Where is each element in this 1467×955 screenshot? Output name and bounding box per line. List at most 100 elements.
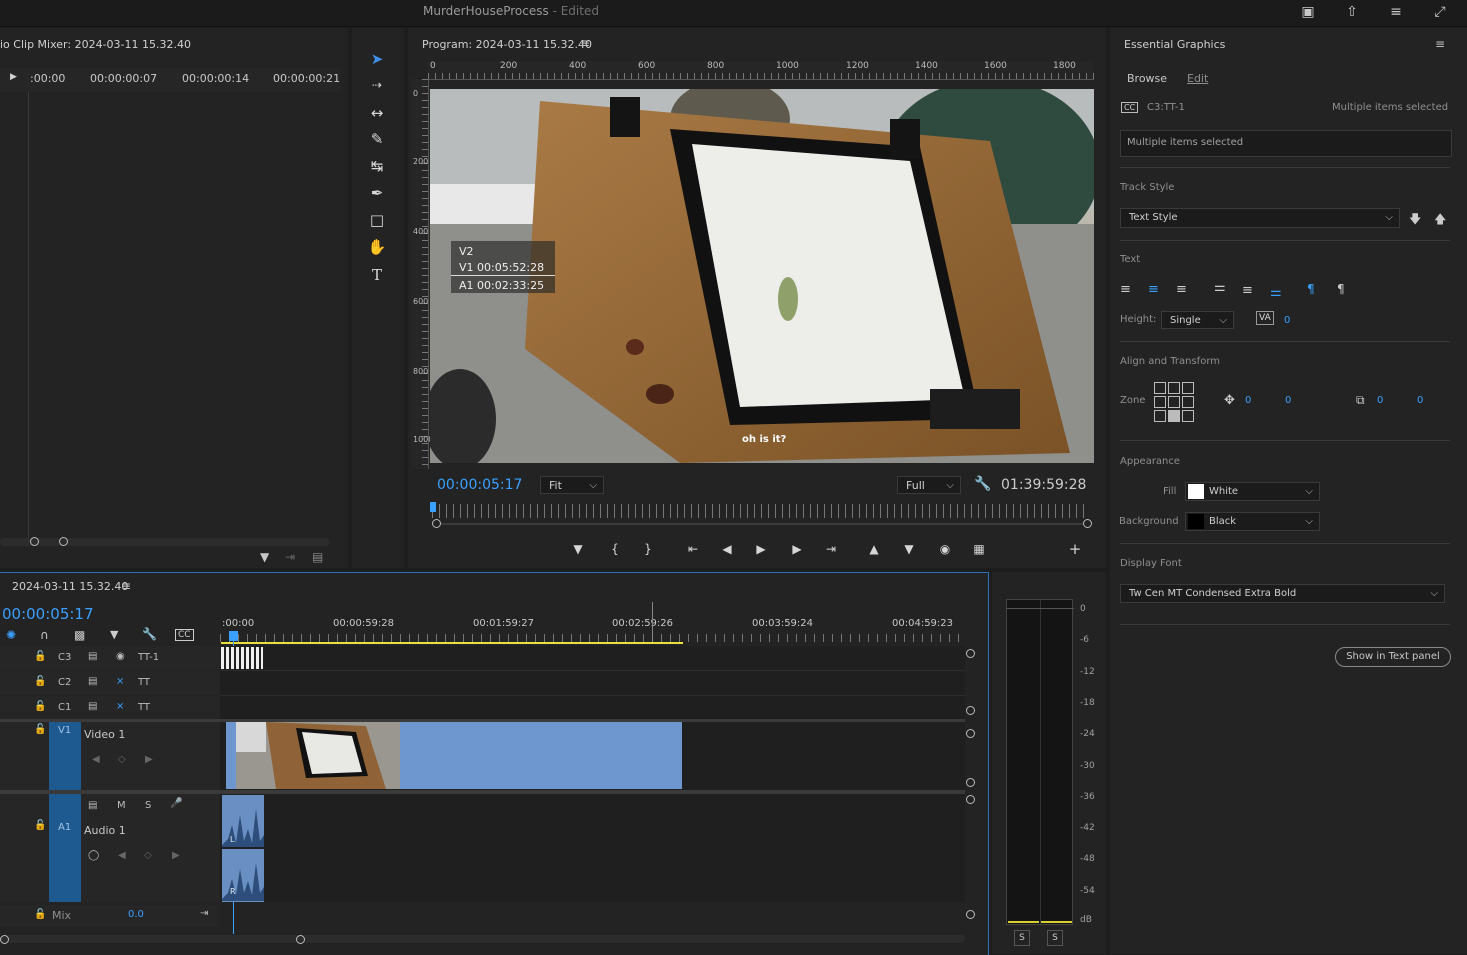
display-font-dropdown[interactable]: Tw Cen MT Condensed Extra Bold ⌵ — [1120, 584, 1445, 603]
sequence-menu-icon[interactable]: ≡ — [121, 579, 131, 593]
scroll-handle-left[interactable] — [30, 537, 39, 546]
track-target-v1[interactable]: V1 — [49, 722, 81, 790]
sync-lock-icon[interactable]: ▤ — [88, 651, 97, 662]
eye-icon[interactable]: ◉ — [116, 651, 125, 662]
scroll-handle[interactable] — [966, 795, 975, 804]
timeline-h-scrollbar[interactable] — [0, 935, 965, 943]
fullscreen-icon[interactable]: ⤢ — [1430, 2, 1450, 22]
align-top-icon[interactable]: ⚌ — [1214, 280, 1226, 295]
h-scroll-handle-left[interactable] — [0, 935, 9, 944]
show-in-text-panel-button[interactable]: Show in Text panel — [1335, 647, 1451, 667]
audio-clip[interactable]: L R — [222, 795, 264, 902]
fill-dropdown[interactable]: White ⌵ — [1185, 482, 1320, 501]
play-icon[interactable]: ▶ — [750, 540, 772, 558]
progress-icon[interactable]: ≡ — [1386, 2, 1406, 22]
caption-clip[interactable] — [221, 647, 263, 669]
lock-icon[interactable]: 🔓 — [34, 820, 46, 831]
align-left-icon[interactable]: ≡ — [1120, 282, 1131, 297]
program-timecode[interactable]: 00:00:05:17 — [437, 477, 522, 493]
add-button-icon[interactable]: + — [1064, 540, 1086, 558]
step-forward-icon[interactable]: ▶ — [786, 540, 808, 558]
export-frame-icon[interactable]: ◉ — [934, 540, 956, 558]
fill-swatch[interactable] — [1188, 484, 1204, 499]
track-id[interactable]: C3 — [58, 652, 71, 663]
zoom-dropdown[interactable]: Fit ⌵ — [540, 476, 604, 494]
lock-icon[interactable]: 🔓 — [34, 676, 46, 687]
h-scroll-handle-right[interactable] — [296, 935, 305, 944]
push-style-icon[interactable]: 🡇 — [1409, 210, 1421, 231]
rectangle-icon[interactable]: □ — [364, 209, 390, 231]
snap-magnet-icon[interactable]: ∩ — [40, 628, 49, 642]
go-to-end-icon[interactable]: ⇥ — [200, 908, 208, 919]
align-center-icon[interactable]: ≡ — [1148, 282, 1159, 297]
slip-icon[interactable]: ↹ — [364, 155, 390, 177]
tracking-value[interactable]: 0 — [1284, 315, 1290, 326]
scroll-handle[interactable] — [966, 729, 975, 738]
next-keyframe-icon[interactable]: ▶ — [145, 754, 153, 765]
timeline-playhead-head[interactable] — [229, 631, 238, 641]
scroll-handle-right[interactable] — [59, 537, 68, 546]
linked-selection-icon[interactable]: ▩ — [74, 628, 85, 642]
timeline-ruler[interactable]: :00:00 00:00:59:28 00:01:59:27 00:02:59:… — [220, 602, 965, 644]
scroll-handle[interactable] — [966, 649, 975, 658]
mark-in-icon[interactable]: { — [604, 540, 626, 558]
settings-wrench-icon[interactable]: 🔧 — [974, 476, 991, 492]
lock-icon[interactable]: 🔓 — [34, 701, 46, 712]
solo-left-button[interactable]: S — [1014, 930, 1030, 946]
comparison-view-icon[interactable]: ▦ — [968, 540, 990, 558]
background-swatch[interactable] — [1188, 514, 1204, 529]
sync-lock-icon[interactable]: ▤ — [88, 701, 97, 712]
lock-icon[interactable]: 🔓 — [34, 909, 46, 920]
lift-icon[interactable]: ▲ — [863, 540, 885, 558]
go-to-out-icon[interactable]: ⇥ — [820, 540, 842, 558]
nest-icon[interactable]: ✺ — [6, 628, 16, 642]
eg-menu-icon[interactable]: ≡ — [1435, 37, 1445, 51]
zoom-handle-right[interactable] — [1083, 519, 1092, 528]
sequence-tab[interactable]: 2024-03-11 15.32.40 — [12, 580, 128, 593]
track-id[interactable]: C2 — [58, 677, 71, 688]
solo-right-button[interactable]: S — [1047, 930, 1063, 946]
pen-icon[interactable]: ✒ — [364, 182, 390, 204]
sync-lock-icon[interactable]: ▤ — [88, 676, 97, 687]
height-dropdown[interactable]: Single ⌵ — [1161, 311, 1234, 329]
rtl-icon[interactable]: ¶ — [1337, 282, 1345, 296]
track-target-a1[interactable]: A1 — [49, 794, 81, 902]
source-scrollbar[interactable] — [0, 538, 330, 546]
volume-knob-icon[interactable]: ◯ — [88, 850, 99, 861]
keyframe-icon[interactable]: ◇ — [144, 850, 152, 861]
lock-icon[interactable]: 🔓 — [34, 724, 46, 735]
scroll-handle[interactable] — [966, 778, 975, 787]
filter-icon[interactable]: ▼ — [260, 550, 269, 564]
background-dropdown[interactable]: Black ⌵ — [1185, 512, 1320, 531]
ripple-edit-icon[interactable]: ↔ — [364, 102, 390, 124]
align-right-icon[interactable]: ≡ — [1176, 282, 1187, 297]
extract-icon[interactable]: ▼ — [898, 540, 920, 558]
resolution-dropdown[interactable]: Full ⌵ — [897, 476, 961, 494]
hand-icon[interactable]: ✋ — [364, 236, 390, 258]
ltr-icon[interactable]: ¶ — [1307, 282, 1315, 296]
prev-keyframe-icon[interactable]: ◀ — [92, 754, 100, 765]
captions-icon[interactable]: CC — [175, 629, 194, 641]
size-x[interactable]: 0 — [1377, 395, 1383, 406]
work-area-bar[interactable] — [221, 642, 683, 644]
selection-icon[interactable]: ➤ — [364, 48, 390, 70]
prev-keyframe-icon[interactable]: ◀ — [118, 850, 126, 861]
go-to-in-icon[interactable]: ⇤ — [682, 540, 704, 558]
size-y[interactable]: 0 — [1417, 395, 1423, 406]
scroll-handle[interactable] — [966, 910, 975, 919]
mute-button[interactable]: M — [117, 800, 126, 811]
program-scrub-ruler[interactable] — [432, 504, 1088, 518]
zone-grid[interactable] — [1154, 382, 1194, 422]
razor-icon[interactable]: ✎ — [364, 128, 390, 150]
timeline-timecode[interactable]: 00:00:05:17 — [2, 605, 94, 623]
caption-tracks-area[interactable] — [220, 646, 965, 720]
zoom-handle-left[interactable] — [432, 519, 441, 528]
scroll-handle[interactable] — [966, 706, 975, 715]
tab-edit[interactable]: Edit — [1187, 72, 1208, 85]
eye-hidden-icon[interactable]: ⨯ — [116, 701, 124, 712]
zoom-bar[interactable] — [441, 523, 1083, 525]
type-icon[interactable]: T — [364, 264, 390, 286]
align-bottom-icon[interactable]: ⚌ — [1270, 285, 1282, 300]
next-keyframe-icon[interactable]: ▶ — [172, 850, 180, 861]
program-menu-icon[interactable]: ≡ — [580, 36, 590, 50]
